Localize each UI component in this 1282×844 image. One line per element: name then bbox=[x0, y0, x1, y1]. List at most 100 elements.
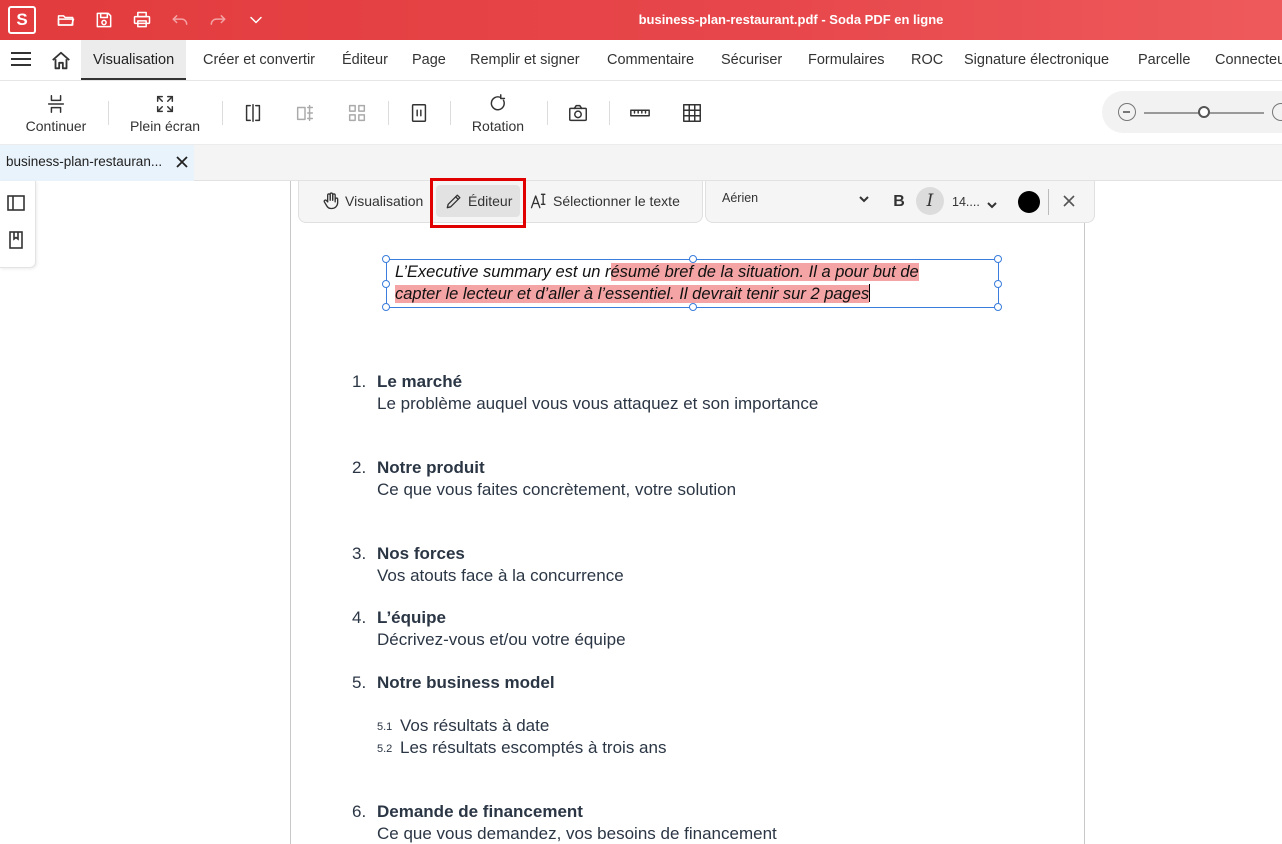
home-icon[interactable] bbox=[50, 50, 72, 72]
ruler-button[interactable] bbox=[629, 89, 651, 137]
compare-icon bbox=[296, 104, 314, 122]
menu-tab-creer-convertir[interactable]: Créer et convertir bbox=[203, 40, 315, 80]
toolbar-divider bbox=[547, 101, 548, 125]
ruler-icon bbox=[630, 109, 650, 117]
format-toolbar: Aérien B I 14.... bbox=[705, 181, 1095, 223]
bookmark-icon[interactable] bbox=[6, 230, 26, 250]
font-family-value: Aérien bbox=[722, 191, 759, 205]
menu-tab-connecteurs[interactable]: Connecteurs bbox=[1215, 40, 1282, 80]
resize-handle-left[interactable] bbox=[382, 280, 390, 288]
thumbnails-button[interactable] bbox=[346, 89, 368, 137]
toolbar-divider bbox=[609, 101, 610, 125]
view-mode-label: Visualisation bbox=[345, 193, 424, 209]
menu-tab-visualisation[interactable]: Visualisation bbox=[81, 40, 187, 80]
list-item-number: 6. bbox=[352, 802, 367, 821]
menu-tab-securiser[interactable]: Sécuriser bbox=[721, 40, 782, 80]
menu-tab-page[interactable]: Page bbox=[412, 40, 446, 80]
edit-toolbar: Visualisation Éditeur Sélectionner le te… bbox=[298, 181, 1095, 223]
view-toolbar: Continuer Plein écran Rotation bbox=[0, 81, 1282, 145]
resize-handle-bottom-right[interactable] bbox=[994, 303, 1002, 311]
menu-tab-formulaires[interactable]: Formulaires bbox=[808, 40, 885, 80]
menu-tab-signature-electronique[interactable]: Signature électronique bbox=[964, 40, 1109, 80]
toolbar-divider bbox=[388, 101, 389, 125]
menu-tab-editeur[interactable]: Éditeur bbox=[342, 40, 388, 80]
resize-handle-bottom-left[interactable] bbox=[382, 303, 390, 311]
sublist-item-number: 5.1 bbox=[377, 721, 393, 733]
list-item-number: 3. bbox=[352, 544, 367, 563]
list-item-title: Nos forces bbox=[377, 544, 465, 563]
chevron-down-icon bbox=[986, 196, 998, 209]
select-text-label: Sélectionner le texte bbox=[553, 193, 680, 209]
menu-bar: Visualisation Créer et convertir Éditeur… bbox=[0, 40, 1282, 81]
close-icon[interactable] bbox=[1062, 194, 1076, 208]
menu-tab-commentaire[interactable]: Commentaire bbox=[607, 40, 694, 80]
text-select-icon bbox=[530, 193, 546, 209]
thumbnails-icon bbox=[348, 104, 366, 122]
split-view-icon bbox=[245, 104, 261, 122]
list-item-number: 5. bbox=[352, 673, 367, 692]
zoom-out-icon[interactable] bbox=[1118, 103, 1136, 121]
fullscreen-button[interactable]: Plein écran bbox=[126, 89, 204, 137]
snapshot-button[interactable] bbox=[567, 89, 589, 137]
editable-text-box[interactable]: L’Executive summary est un résumé bref d… bbox=[382, 255, 1002, 311]
document-tab-name: business-plan-restauran... bbox=[6, 154, 163, 169]
continue-label: Continuer bbox=[25, 117, 87, 134]
list-item-title: Notre business model bbox=[377, 673, 555, 692]
fullscreen-icon bbox=[156, 95, 174, 112]
continuous-scroll-icon bbox=[47, 94, 65, 113]
menu-tab-parcelle[interactable]: Parcelle bbox=[1138, 40, 1190, 80]
sublist-item-text: Les résultats escomptés à trois ans bbox=[400, 738, 667, 757]
resize-handle-right[interactable] bbox=[994, 280, 1002, 288]
toolbar-divider bbox=[450, 101, 451, 125]
text-line-2-selection: capter le lecteur et d’aller à l’essenti… bbox=[395, 285, 870, 303]
text-color-picker[interactable] bbox=[1018, 191, 1040, 213]
compare-button[interactable] bbox=[294, 89, 316, 137]
toolbar-divider bbox=[108, 101, 109, 125]
list-item-description: Le problème auquel vous vous attaquez et… bbox=[377, 394, 819, 413]
zoom-control bbox=[1102, 91, 1282, 133]
list-item-title: L’équipe bbox=[377, 608, 446, 627]
select-text-button[interactable]: Sélectionner le texte bbox=[529, 185, 680, 217]
list-item-number: 4. bbox=[352, 608, 367, 627]
actual-size-button[interactable] bbox=[408, 89, 430, 137]
format-divider bbox=[1048, 189, 1049, 215]
list-item-number: 1. bbox=[352, 372, 367, 391]
rotation-button[interactable]: Rotation bbox=[468, 89, 528, 137]
resize-handle-top-right[interactable] bbox=[994, 255, 1002, 263]
split-view-button[interactable] bbox=[242, 89, 264, 137]
grid-icon bbox=[683, 104, 701, 122]
text-line-1-selection: ésumé bref de la situation. Il a pour bu… bbox=[610, 263, 919, 281]
zoom-slider-thumb[interactable] bbox=[1198, 106, 1210, 118]
sublist-item-number: 5.2 bbox=[377, 743, 393, 755]
side-panel bbox=[0, 181, 36, 268]
zoom-in-icon[interactable] bbox=[1272, 103, 1282, 121]
document-tab-strip: business-plan-restauran... bbox=[0, 145, 1282, 181]
sublist-item-text: Vos résultats à date bbox=[400, 716, 550, 735]
list-item-description: Ce que vous demandez, vos besoins de fin… bbox=[377, 824, 777, 843]
bold-button[interactable]: B bbox=[888, 191, 910, 213]
camera-icon bbox=[569, 104, 587, 122]
menu-tab-roc[interactable]: ROC bbox=[911, 40, 943, 80]
grid-button[interactable] bbox=[681, 89, 703, 137]
list-item-description: Ce que vous faites concrètement, votre s… bbox=[377, 480, 737, 499]
document-tab[interactable]: business-plan-restauran... bbox=[0, 145, 194, 181]
text-line-1[interactable]: L’Executive summary est un résumé bref d… bbox=[395, 263, 919, 282]
rotation-label: Rotation bbox=[471, 117, 525, 134]
continue-button[interactable]: Continuer bbox=[20, 89, 92, 137]
resize-handle-bottom[interactable] bbox=[689, 303, 697, 311]
text-caret bbox=[869, 284, 871, 302]
list-item-title: Demande de financement bbox=[377, 802, 583, 821]
close-tab-icon[interactable] bbox=[175, 155, 189, 169]
text-line-2[interactable]: capter le lecteur et d’aller à l’essenti… bbox=[395, 284, 871, 304]
resize-handle-top[interactable] bbox=[689, 255, 697, 263]
font-size-select[interactable]: 14.... bbox=[952, 191, 998, 213]
italic-button[interactable]: I bbox=[916, 187, 944, 215]
menu-tab-remplir-signer[interactable]: Remplir et signer bbox=[470, 40, 580, 80]
sidebar-toggle-icon[interactable] bbox=[6, 193, 26, 213]
actual-size-icon bbox=[411, 104, 427, 122]
title-bar: S business-plan-restaurant.pdf - Soda PD… bbox=[0, 0, 1282, 40]
hamburger-menu-icon[interactable] bbox=[11, 52, 33, 70]
view-mode-button[interactable]: Visualisation bbox=[321, 185, 423, 217]
resize-handle-top-left[interactable] bbox=[382, 255, 390, 263]
font-family-select[interactable]: Aérien bbox=[722, 191, 870, 213]
